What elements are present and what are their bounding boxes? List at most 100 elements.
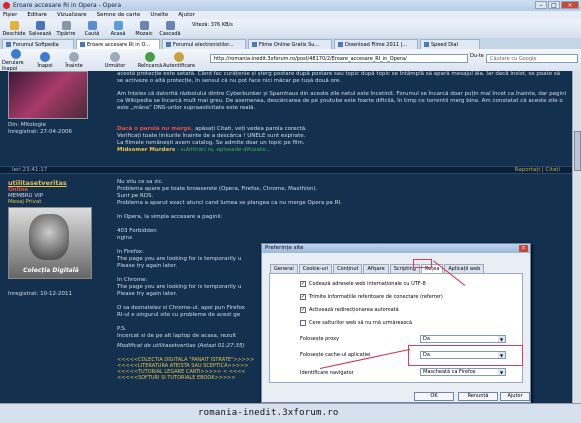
address-field[interactable]: http://romania-inedit.3xforum.ro/post/48… [210,54,468,63]
username-link[interactable]: utilitasetveritas [8,179,108,187]
chevron-down-icon: ▼ [498,369,505,375]
search-input[interactable]: Căutare cu Google [486,54,578,63]
tab-bar: Forumul Softpedia Eroare accesare RI in … [0,38,581,49]
signature-warning: Dacă o parolă nu merge, [117,126,194,132]
key-icon [174,51,184,62]
ok-button[interactable]: OK [414,392,454,401]
vertical-scrollbar[interactable] [572,71,581,410]
signature-link[interactable]: Midsomer Murders [117,147,175,153]
tile-button[interactable]: Mozaic [132,21,156,37]
menu-edit[interactable]: Editare [27,12,47,18]
menu-bookmarks[interactable]: Semne de carte [97,12,141,18]
status-bar: romania-inedit.3xforum.ro [0,403,581,423]
post-timestamp: Ieri 23:41:17 [12,167,48,173]
checkbox-icon: ✓ [300,281,306,287]
back-button[interactable]: Înapoi [31,51,59,69]
site-preferences-dialog: Preferințe site x General Cookie-uri Con… [261,243,531,403]
opera-logo-icon [3,2,10,9]
tab-eroare-accesare[interactable]: Eroare accesare RI in O... [76,39,160,49]
post-paragraph: acestă protecție este setată. Când fac c… [117,71,561,84]
post-author-col: Din: Mitologie Inregistrat: 27-04-2006 [8,71,108,135]
minimize-button[interactable]: – [535,1,547,9]
back-arrow-icon [40,51,50,62]
favicon-icon [338,42,343,47]
home-icon [113,21,123,30]
fast-forward-button[interactable]: Următor [101,51,129,69]
cancel-button[interactable]: Renunță [458,392,498,401]
rewind-icon [11,48,21,59]
post-line: nginx [117,235,133,241]
reload-icon [145,51,155,62]
cascade-icon [165,21,175,30]
scrollbar-thumb[interactable] [574,131,581,171]
do-not-track-checkbox[interactable]: Cere salturilor web să nu mă urmărească [300,320,412,326]
search-button[interactable]: Caută [80,21,104,37]
wand-button[interactable]: Autentificare [163,51,195,69]
tab-filme-online[interactable]: Filme Online Gratis Su... [248,39,332,49]
favicon-icon [424,42,429,47]
window-controls: – □ × [535,1,579,9]
post-author-col: utilitasetveritas Online MEMBRU VIP Mesa… [8,179,108,297]
signature-text: Verificați toate linkurile înainte de a … [117,133,306,139]
open-button[interactable]: Deschide [2,21,26,37]
tab-forumul-electronistilor[interactable]: Forumul electronistilor... [162,39,246,49]
reload-button[interactable]: Reîncarcă [136,51,164,69]
utf8-checkbox[interactable]: ✓ Codează adresele web internaționale cu … [300,281,426,287]
signature-note: - subtitrări ro, episoade difuzate... [176,147,271,153]
cache-label: Folosește cache-ul aplicației [300,352,371,358]
dialog-title: Preferințe site [265,245,304,251]
forward-button[interactable]: Înainte [60,51,88,69]
signature-text: La filmele românești avem catalog. Se ad… [117,140,305,146]
cascade-button[interactable]: Cascadă [158,21,182,37]
chevron-down-icon: ▼ [498,336,505,342]
browser-identity-select[interactable]: Mascheată ca Firefox ▼ [420,368,506,376]
network-panel: ✓ Codează adresele web internaționale cu … [269,273,523,383]
post-line [117,207,567,214]
post-line: 403 Forbidden [117,228,157,234]
private-message-link[interactable]: Mesaj Privat [8,199,108,205]
avatar-caption: Colecția Digitală [23,267,79,274]
favicon-icon [166,42,171,47]
author-location: Din: Mitologie [8,122,46,128]
referrer-checkbox[interactable]: ✓ Trimite informațiile referitoare de con… [300,294,443,300]
close-window-button[interactable]: × [561,1,579,9]
post-paragraph: Am înțeles că datorită războiului dintre… [117,91,567,111]
post-line: Problema apare pe toate browserele (Oper… [117,186,318,192]
post-line: Sunt pe RDS. [117,193,154,199]
dialog-close-button[interactable]: x [519,245,528,252]
fast-forward-icon [110,51,120,62]
proxy-label: Folosește proxy [300,336,340,342]
favicon-icon [6,42,11,47]
checkbox-icon: ✓ [300,294,306,300]
tab-softpedia[interactable]: Forumul Softpedia [2,39,74,49]
tab-download-filme[interactable]: Download Filme 2011 |... [334,39,418,49]
speed-indicator: Viteză: 376 KB/s [192,22,233,28]
post-line: Problema a aparut exact atunci cand lume… [117,200,342,206]
maximize-button[interactable]: □ [548,1,560,9]
save-button[interactable]: Salvează [28,21,52,37]
browser-identity-label: Identificare navigator [300,370,354,376]
menu-tools[interactable]: Unelte [150,12,168,18]
tile-icon [139,21,149,30]
proxy-select[interactable]: Da ▼ [420,335,506,343]
post-separator: Ieri 23:41:17 Raportați | Citați [0,166,572,174]
author-registered: Inregistrat: 10-12-2011 [8,291,73,297]
menu-help[interactable]: Ajutor [178,12,195,18]
printer-icon [61,21,71,30]
highlight-box-network-tab [413,259,432,268]
disk-icon [35,21,45,30]
folder-icon [9,21,19,30]
favicon-icon [80,42,85,47]
magnifier-icon [87,21,97,30]
redirect-checkbox[interactable]: ✓ Activează redirecționarea automată [300,307,399,313]
help-button[interactable]: Ajutor [500,392,530,401]
rewind-button[interactable]: Derulare înapoi [2,48,30,72]
tab-speed-dial[interactable]: Speed Dial [420,39,480,49]
report-quote-links[interactable]: Raportați | Citați [515,167,560,174]
print-button[interactable]: Tipărire [54,21,78,37]
home-button[interactable]: Acasă [106,21,130,37]
go-button[interactable]: Du-te [470,53,484,59]
menu-view[interactable]: Vizualizare [57,12,87,18]
post-body: acestă protecție este setată. Când fac c… [117,71,567,154]
menu-file[interactable]: Fișier [3,12,17,18]
